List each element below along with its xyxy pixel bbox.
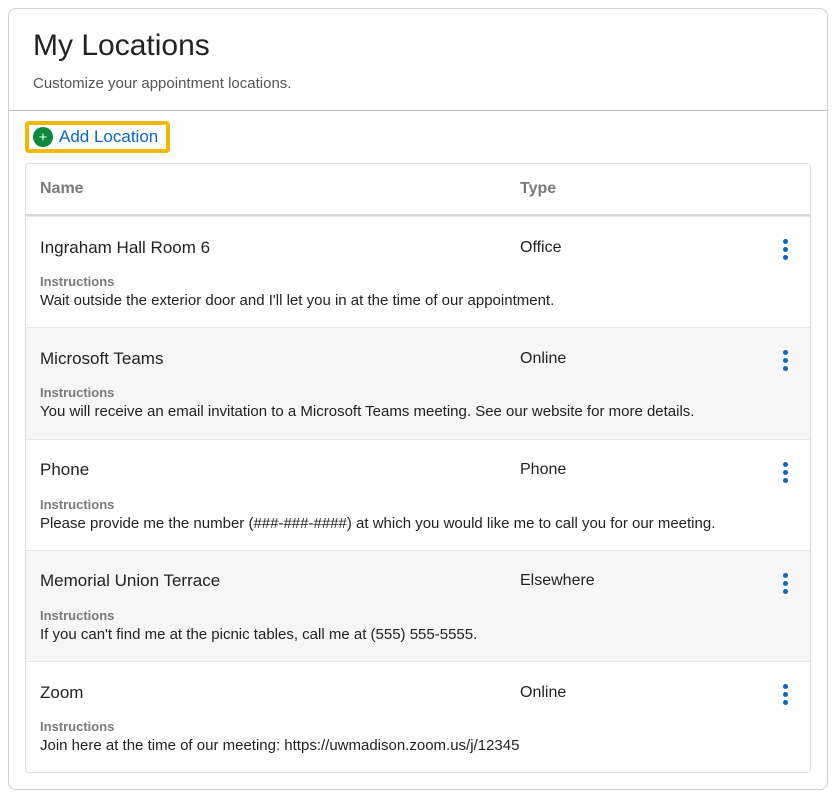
column-header-actions <box>756 180 796 198</box>
instructions-label: Instructions <box>40 274 796 289</box>
instructions-text: Please provide me the number (###-###-##… <box>40 514 796 534</box>
locations-table: Name Type Ingraham Hall Room 6 Office In… <box>25 163 811 773</box>
location-type: Office <box>520 239 756 257</box>
kebab-dot-icon <box>783 462 788 467</box>
location-name: Microsoft Teams <box>40 349 520 369</box>
kebab-dot-icon <box>783 478 788 483</box>
instructions-text: If you can't find me at the picnic table… <box>40 625 796 645</box>
kebab-dot-icon <box>783 700 788 705</box>
instructions-text: Wait outside the exterior door and I'll … <box>40 291 796 311</box>
location-name: Zoom <box>40 683 520 703</box>
table-row: Memorial Union Terrace Elsewhere Instruc… <box>26 550 810 661</box>
location-type: Elsewhere <box>520 572 756 590</box>
table-row: Microsoft Teams Online Instructions You … <box>26 327 810 438</box>
location-type: Online <box>520 350 756 368</box>
kebab-dot-icon <box>783 358 788 363</box>
instructions-label: Instructions <box>40 608 796 623</box>
instructions-label: Instructions <box>40 719 796 734</box>
table-row: Ingraham Hall Room 6 Office Instructions… <box>26 216 810 327</box>
column-header-type: Type <box>520 180 756 198</box>
location-name: Memorial Union Terrace <box>40 571 520 591</box>
instructions-label: Instructions <box>40 385 796 400</box>
table-row: Zoom Online Instructions Join here at th… <box>26 661 810 772</box>
kebab-dot-icon <box>783 692 788 697</box>
instructions-text: You will receive an email invitation to … <box>40 402 796 422</box>
row-actions-menu-button[interactable] <box>775 346 796 375</box>
instructions-text: Join here at the time of our meeting: ht… <box>40 736 796 756</box>
kebab-dot-icon <box>783 589 788 594</box>
kebab-dot-icon <box>783 255 788 260</box>
kebab-dot-icon <box>783 239 788 244</box>
location-type: Phone <box>520 461 756 479</box>
page-title: My Locations <box>33 29 803 63</box>
kebab-dot-icon <box>783 581 788 586</box>
add-location-label: Add Location <box>59 127 158 147</box>
table-header-row: Name Type <box>26 164 810 216</box>
kebab-dot-icon <box>783 247 788 252</box>
plus-circle-icon <box>33 127 53 147</box>
kebab-dot-icon <box>783 684 788 689</box>
kebab-dot-icon <box>783 366 788 371</box>
locations-panel: My Locations Customize your appointment … <box>8 8 828 790</box>
location-name: Phone <box>40 460 520 480</box>
page-subtitle: Customize your appointment locations. <box>33 75 803 92</box>
kebab-dot-icon <box>783 470 788 475</box>
location-type: Online <box>520 684 756 702</box>
panel-header: My Locations Customize your appointment … <box>9 9 827 111</box>
table-row: Phone Phone Instructions Please provide … <box>26 439 810 550</box>
row-actions-menu-button[interactable] <box>775 458 796 487</box>
column-header-name: Name <box>40 180 520 198</box>
row-actions-menu-button[interactable] <box>775 680 796 709</box>
kebab-dot-icon <box>783 350 788 355</box>
row-actions-menu-button[interactable] <box>775 569 796 598</box>
row-actions-menu-button[interactable] <box>775 235 796 264</box>
instructions-label: Instructions <box>40 497 796 512</box>
toolbar: Add Location <box>9 111 827 161</box>
location-name: Ingraham Hall Room 6 <box>40 238 520 258</box>
add-location-button[interactable]: Add Location <box>25 121 170 153</box>
kebab-dot-icon <box>783 573 788 578</box>
